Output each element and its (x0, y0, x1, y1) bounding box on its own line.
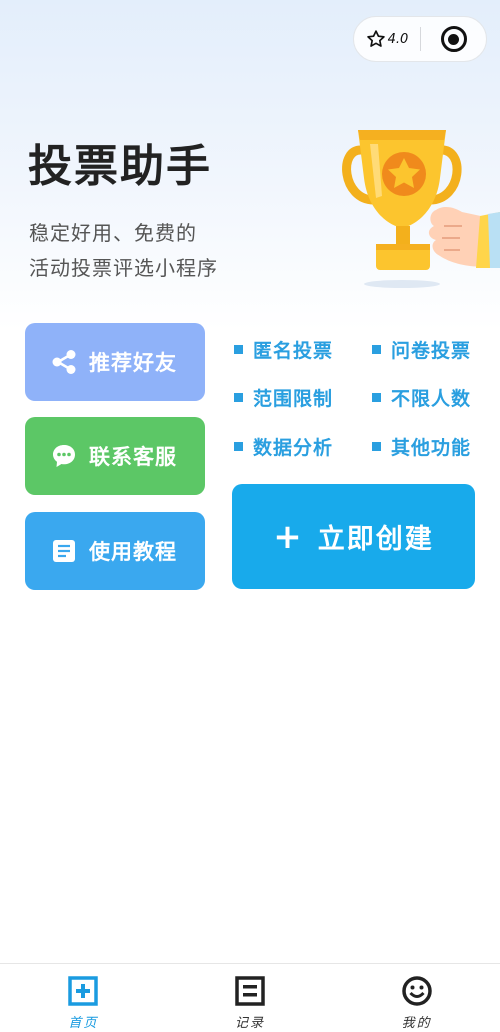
share-icon (51, 349, 77, 375)
feature-data-analysis: 数据分析 (234, 433, 333, 460)
feature-range-limit: 范围限制 (234, 384, 333, 411)
document-icon (51, 538, 77, 564)
close-miniprogram-button[interactable] (421, 26, 486, 52)
target-icon (440, 26, 467, 52)
subtitle-line-1: 稳定好用、免费的 (29, 221, 197, 245)
feature-unlimited-people: 不限人数 (372, 384, 471, 411)
tab-mine[interactable]: 我的 (333, 964, 500, 1032)
chat-bubble-icon (51, 443, 77, 469)
tab-home[interactable]: 首页 (0, 964, 167, 1032)
create-now-label: 立即创建 (317, 524, 434, 555)
rating-button[interactable]: 4.0 (354, 29, 420, 49)
create-now-button[interactable]: + 立即创建 (232, 484, 475, 589)
smiley-icon (401, 976, 432, 1006)
plus-icon: + (273, 516, 304, 557)
subtitle-line-2: 活动投票评选小程序 (29, 256, 218, 280)
bottom-tab-bar: 首页 记录 我的 (0, 963, 500, 1032)
record-icon (235, 976, 265, 1006)
trophy-hand-illustration (342, 130, 500, 288)
feature-anonymous-vote: 匿名投票 (234, 336, 333, 363)
share-friends-label: 推荐好友 (89, 351, 177, 375)
feature-other: 其他功能 (372, 433, 471, 460)
home-plus-icon (68, 976, 99, 1006)
tab-home-label: 首页 (68, 1016, 99, 1031)
star-outline-icon (366, 30, 385, 47)
page-title: 投票助手 (28, 141, 212, 192)
contact-service-button[interactable]: 联系客服 (25, 417, 205, 495)
tab-mine-label: 我的 (401, 1016, 432, 1031)
contact-service-label: 联系客服 (89, 445, 177, 469)
tab-records[interactable]: 记录 (167, 964, 334, 1032)
feature-survey-vote: 问卷投票 (372, 336, 471, 363)
tutorial-button[interactable]: 使用教程 (25, 512, 205, 590)
rating-value: 4.0 (387, 31, 409, 47)
share-friends-button[interactable]: 推荐好友 (25, 323, 205, 401)
tab-records-label: 记录 (235, 1016, 266, 1031)
miniprogram-capsule: 4.0 (353, 16, 487, 62)
tutorial-label: 使用教程 (89, 540, 177, 564)
